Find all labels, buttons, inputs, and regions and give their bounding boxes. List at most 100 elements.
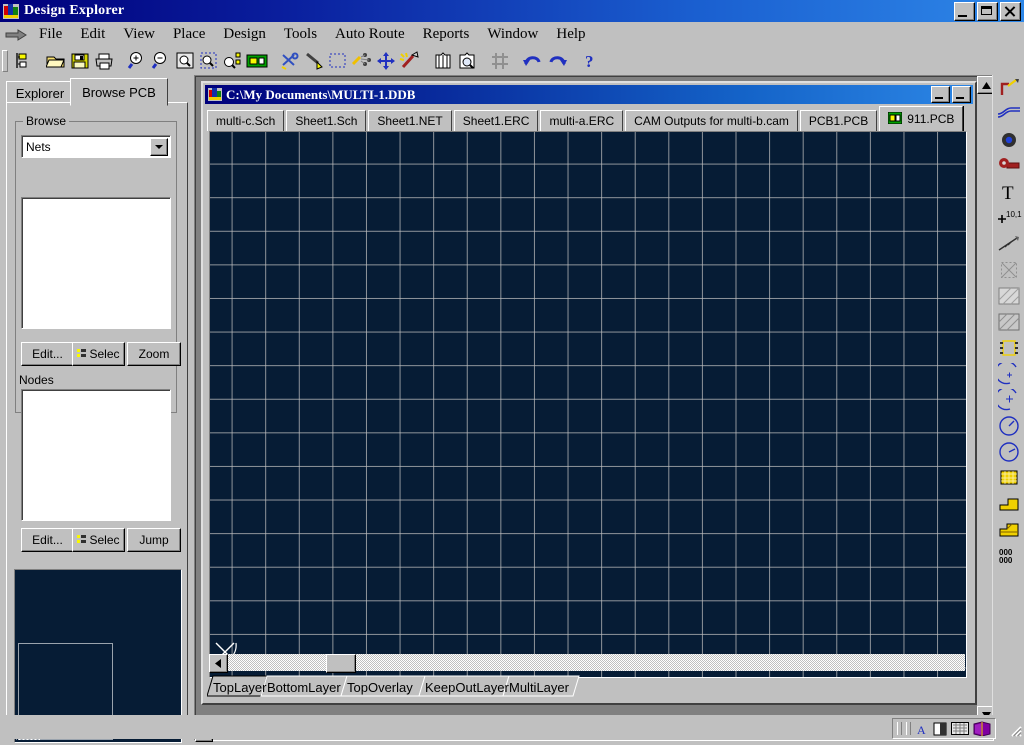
doc-tab-911-pcb[interactable]: 911.PCB (879, 106, 963, 131)
nets-zoom-button[interactable]: Zoom (127, 342, 181, 366)
doc-tab-multi-a-erc[interactable]: multi-a.ERC (540, 110, 623, 131)
zoom-document-icon[interactable] (173, 49, 197, 73)
place-keepout-icon[interactable] (995, 257, 1023, 283)
svg-text:?: ? (585, 52, 594, 71)
doc-tab-cam-outputs[interactable]: CAM Outputs for multi-b.cam (625, 110, 798, 131)
maximize-button[interactable] (977, 2, 998, 21)
toolbar-separator (422, 49, 431, 73)
interactive-route-icon[interactable] (995, 75, 1023, 101)
doc-tab-multi-c-sch[interactable]: multi-c.Sch (207, 110, 284, 131)
zoom-area-icon[interactable] (197, 49, 221, 73)
child-window-controls (931, 86, 971, 103)
drag-handle-icon[interactable] (4, 26, 30, 44)
toolbar-separator (569, 49, 578, 73)
main-toolbar: ? (0, 47, 1024, 75)
close-button[interactable] (1000, 2, 1021, 21)
place-polygon-icon[interactable] (995, 309, 1023, 335)
doc-tab-sheet1-net[interactable]: Sheet1.NET (368, 110, 451, 131)
zoom-in-icon[interactable] (125, 49, 149, 73)
toolbar-separator (116, 49, 125, 73)
display-pcb-icon[interactable] (245, 49, 269, 73)
chevron-down-icon[interactable] (150, 138, 168, 156)
help-icon[interactable]: ? (578, 49, 602, 73)
place-arc-any-icon[interactable] (995, 413, 1023, 439)
place-plane-icon[interactable] (995, 491, 1023, 517)
canvas-scroll-left-button[interactable] (209, 654, 228, 673)
mdi-vscrollbar[interactable] (977, 76, 993, 724)
move-selection-icon[interactable] (350, 49, 374, 73)
open-folder-icon[interactable] (44, 49, 68, 73)
place-pad-icon[interactable] (995, 153, 1023, 179)
place-arc-edge-icon[interactable] (995, 387, 1023, 413)
tab-browse-pcb[interactable]: Browse PCB (70, 78, 168, 106)
place-via-icon[interactable] (995, 127, 1023, 153)
move-icon[interactable] (374, 49, 398, 73)
nets-listbox[interactable] (21, 197, 171, 329)
child-minimize-button[interactable] (931, 86, 950, 103)
menu-view[interactable]: View (114, 24, 164, 45)
pcb-document-window: C:\My Documents\MULTI-1.DDB multi-c.Sch … (201, 81, 977, 705)
place-arc-center-icon[interactable] (995, 361, 1023, 387)
cut-icon[interactable] (278, 49, 302, 73)
doc-tab-sheet1-sch[interactable]: Sheet1.Sch (286, 110, 366, 131)
place-fill-icon[interactable] (995, 283, 1023, 309)
save-icon[interactable] (68, 49, 92, 73)
resize-grip[interactable] (1008, 723, 1022, 737)
place-string-icon[interactable]: T (995, 179, 1023, 205)
menu-file[interactable]: File (30, 24, 71, 45)
mask-indicator-icon[interactable] (933, 722, 947, 736)
place-dimension-icon[interactable] (995, 231, 1023, 257)
place-coordinate-icon[interactable]: 10,10 (995, 205, 1023, 231)
nodes-select-button[interactable]: Selec (72, 528, 125, 552)
place-component-icon[interactable] (995, 335, 1023, 361)
nets-select-button[interactable]: Selec (72, 342, 125, 366)
component-up-icon[interactable] (431, 49, 455, 73)
place-dimension-array-icon[interactable]: 000 000 (995, 543, 1023, 569)
tab-browse-pcb-label: Browse PCB (82, 85, 156, 100)
place-line-icon[interactable] (995, 101, 1023, 127)
pcb-canvas[interactable] (209, 131, 967, 678)
clear-selection-icon[interactable] (398, 49, 422, 73)
menu-auto-route[interactable]: Auto Route (326, 24, 414, 45)
browse-group-label: Browse (23, 114, 69, 128)
keyboard-indicator-icon[interactable] (951, 722, 969, 735)
minimize-button[interactable] (954, 2, 975, 21)
nodes-listbox[interactable] (21, 389, 171, 521)
doc-tab-pcb1-pcb[interactable]: PCB1.PCB (800, 110, 877, 131)
menu-design[interactable]: Design (214, 24, 275, 45)
toggle-grid-icon[interactable] (488, 49, 512, 73)
redo-icon[interactable] (545, 49, 569, 73)
menu-window[interactable]: Window (478, 24, 547, 45)
doc-tab-sheet1-erc[interactable]: Sheet1.ERC (454, 110, 539, 131)
menu-place[interactable]: Place (164, 24, 214, 45)
zoom-out-icon[interactable] (149, 49, 173, 73)
zoom-selected-icon[interactable] (221, 49, 245, 73)
canvas-hscroll-thumb[interactable] (326, 654, 356, 673)
canvas-hscrollbar[interactable] (209, 654, 965, 671)
nodes-edit-button[interactable]: Edit... (21, 528, 74, 552)
nodes-jump-button[interactable]: Jump (127, 528, 181, 552)
font-indicator-icon[interactable]: A (915, 722, 929, 736)
nets-edit-button[interactable]: Edit... (21, 342, 74, 366)
help-book-icon[interactable] (973, 721, 991, 736)
place-array-icon[interactable] (995, 517, 1023, 543)
print-icon[interactable] (92, 49, 116, 73)
child-maximize-button[interactable] (952, 86, 971, 103)
place-solid-region-icon[interactable] (995, 465, 1023, 491)
menu-help[interactable]: Help (547, 24, 594, 45)
menu-reports[interactable]: Reports (414, 24, 479, 45)
undo-icon[interactable] (521, 49, 545, 73)
toolbar-grip[interactable] (2, 50, 8, 72)
menu-tools[interactable]: Tools (275, 24, 326, 45)
browse-combo-value: Nets (22, 140, 51, 154)
child-window-title: C:\My Documents\MULTI-1.DDB (226, 87, 415, 103)
paste-icon[interactable] (302, 49, 326, 73)
component-query-icon[interactable] (455, 49, 479, 73)
place-circle-icon[interactable] (995, 439, 1023, 465)
document-structure-icon[interactable] (11, 49, 35, 73)
browse-combo[interactable]: Nets (21, 135, 171, 158)
menu-edit[interactable]: Edit (71, 24, 114, 45)
select-area-icon[interactable] (326, 49, 350, 73)
child-title-bar: C:\My Documents\MULTI-1.DDB (205, 85, 973, 104)
tab-explorer-label: Explorer (16, 86, 64, 101)
